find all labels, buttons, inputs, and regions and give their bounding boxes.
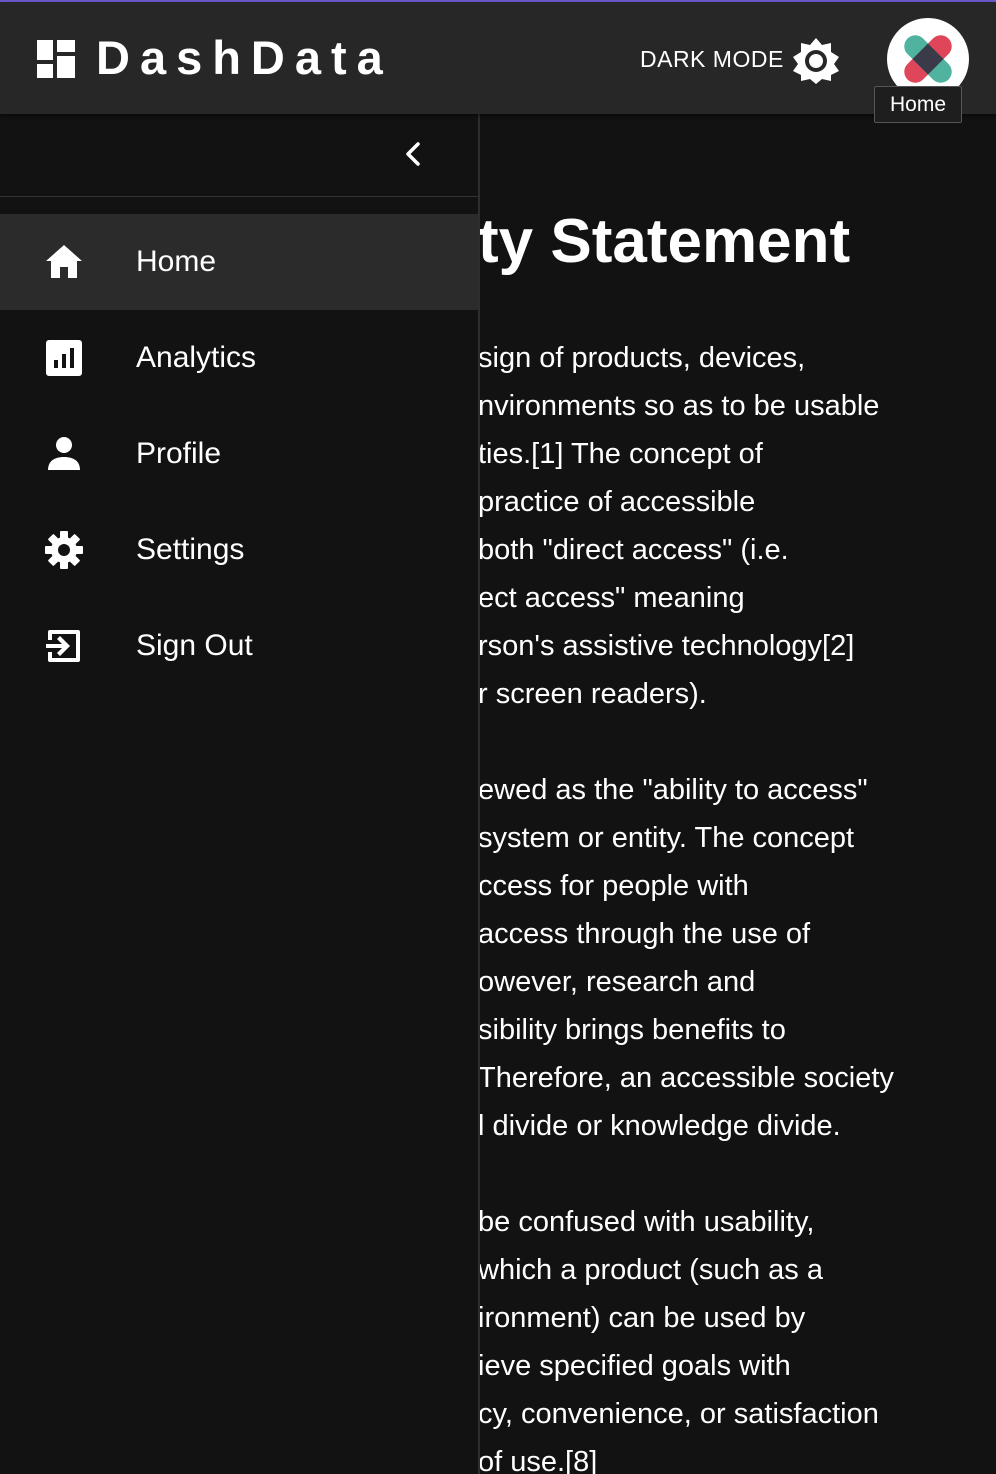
text-line: ect access" meaning (478, 582, 745, 614)
text-line: be confused with usability, (478, 1206, 815, 1238)
drawer-header (0, 114, 478, 197)
text-line: rson's assistive technology[2] (478, 630, 855, 662)
sidebar-item-sign-out[interactable]: Sign Out (0, 598, 478, 694)
text-line: practice of accessible (478, 486, 756, 518)
text-line: ieve specified goals with (478, 1350, 791, 1382)
sign-out-icon (46, 630, 80, 662)
text-line: sign of products, devices, (478, 342, 806, 374)
text-line: of use.[8] (478, 1446, 598, 1474)
brand-title: DashData (96, 31, 393, 84)
tooltip: Home (874, 86, 962, 123)
sidebar-item-label: Sign Out (136, 629, 253, 662)
text-line: ccess for people with (478, 870, 749, 902)
text-line: owever, research and (478, 966, 756, 998)
app-bar: DashData DARK MODE Home (0, 2, 996, 123)
text-line: which a product (such as a (478, 1254, 823, 1286)
chevron-left-icon[interactable] (396, 136, 432, 172)
text-line: cy, convenience, or satisfaction (478, 1398, 879, 1430)
sidebar-item-analytics[interactable]: Analytics (0, 310, 478, 406)
brightness-toggle-icon[interactable] (792, 37, 840, 85)
text-line: ties.[1] The concept of (478, 438, 763, 470)
text-line: sibility brings benefits to (478, 1014, 786, 1046)
text-line: both "direct access" (i.e. (478, 534, 789, 566)
text-line: r screen readers). (478, 678, 707, 710)
sidebar-item-home[interactable]: Home (0, 214, 478, 310)
nav-drawer: Home Analytics Profile Settings Sign Out (0, 114, 480, 1474)
home-icon (46, 245, 82, 278)
text-line: ironment) can be used by (478, 1302, 806, 1334)
sidebar-item-label: Profile (136, 437, 222, 470)
paragraph-2: ewed as the "ability to access" system o… (478, 766, 894, 1150)
page-title: ty Statement (478, 207, 851, 276)
gear-icon (45, 531, 83, 569)
text-line: access through the use of (478, 918, 811, 950)
text-line: ewed as the "ability to access" (478, 774, 868, 806)
paragraph-3: be confused with usability, which a prod… (478, 1198, 879, 1474)
sidebar-item-label: Home (136, 245, 217, 278)
sidebar-item-profile[interactable]: Profile (0, 406, 478, 502)
dark-mode-label: DARK MODE (640, 46, 784, 72)
analytics-icon (46, 340, 82, 376)
text-line: l divide or knowledge divide. (478, 1110, 841, 1142)
nav-list: Home Analytics Profile Settings Sign Out (0, 214, 478, 694)
text-line: Therefore, an accessible society (478, 1062, 894, 1094)
sidebar-item-label: Analytics (136, 341, 257, 374)
text-line: nvironments so as to be usable (478, 390, 880, 422)
text-line: system or entity. The concept (478, 822, 855, 854)
paragraph-1: sign of products, devices, nvironments s… (478, 334, 879, 718)
sidebar-item-label: Settings (136, 533, 245, 566)
sidebar-item-settings[interactable]: Settings (0, 502, 478, 598)
dashboard-logo-icon (37, 40, 75, 78)
person-icon (48, 437, 80, 470)
